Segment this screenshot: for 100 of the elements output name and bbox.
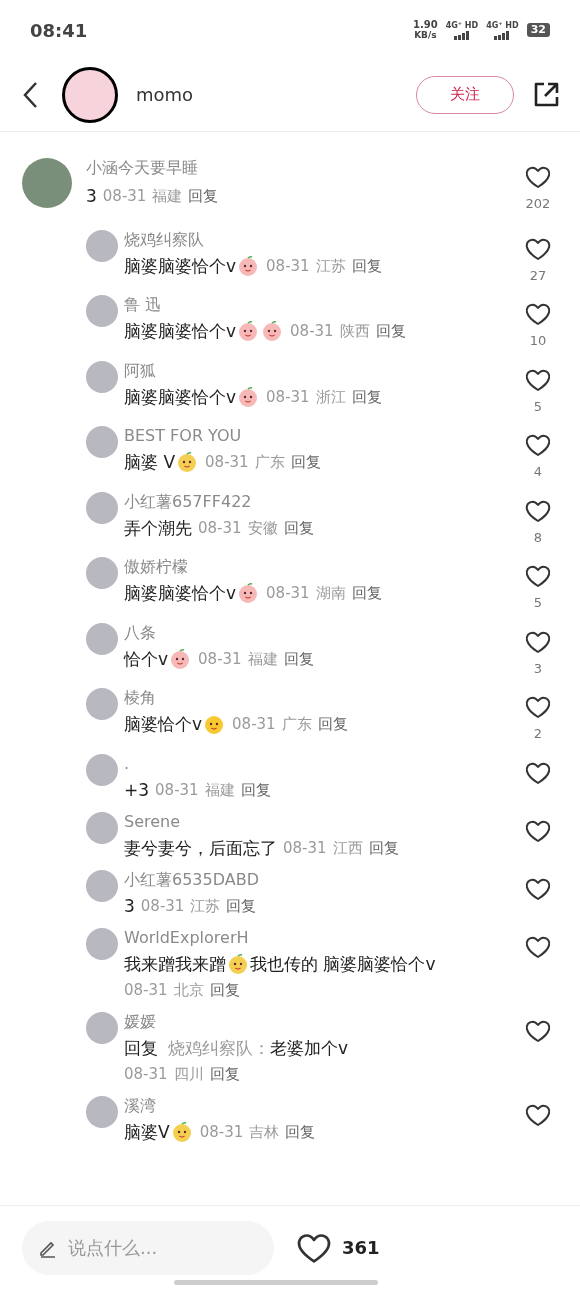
commenter-name[interactable]: 傲娇柠檬 xyxy=(124,557,518,577)
comment-input[interactable]: 说点什么... xyxy=(22,1220,274,1275)
sticker-icon xyxy=(261,320,284,342)
comment-date: 08-31 xyxy=(155,779,199,801)
comment-text: 脑婆脑婆恰个v xyxy=(124,320,237,343)
comment-text: 我来蹭我来蹭 xyxy=(124,952,226,976)
commenter-name[interactable]: 棱角 xyxy=(124,688,518,708)
mention-text: 烧鸡纠察队： xyxy=(168,1036,270,1060)
comment-text: 3 xyxy=(86,185,97,208)
reply-link[interactable]: 回复 xyxy=(209,1063,240,1086)
reply-link[interactable]: 回复 xyxy=(375,319,406,343)
commenter-name[interactable]: 阿狐 xyxy=(124,360,518,381)
comment-text: 老婆加个v xyxy=(270,1036,349,1060)
sticker-icon xyxy=(237,320,260,342)
sticker-icon xyxy=(237,254,260,277)
network-speed: 1.90 xyxy=(413,20,438,30)
comment-location: 江苏 xyxy=(315,255,346,277)
network-speed-unit: KB/s xyxy=(414,30,437,40)
comment-text: 脑婆V xyxy=(124,1120,170,1144)
comment-text: 妻兮妻兮，后面忘了 xyxy=(124,836,277,860)
comment-location: 福建 xyxy=(152,186,183,207)
like-count: 202 xyxy=(525,195,551,213)
reply-link[interactable]: 回复 xyxy=(368,835,399,860)
comment-text: 3 xyxy=(124,894,135,918)
comment-text: 弄个潮先 xyxy=(124,516,192,540)
reply-link[interactable]: 回复 xyxy=(209,979,240,1002)
share-icon[interactable] xyxy=(532,80,560,109)
reply-link[interactable]: 回复 xyxy=(283,646,314,671)
reply-link[interactable]: 回复 xyxy=(290,450,321,474)
comment-location: 湖南 xyxy=(315,583,346,604)
comment-date: 08-31 xyxy=(205,452,249,473)
commenter-name[interactable]: 鲁 迅 xyxy=(124,295,518,315)
status-time: 08:41 xyxy=(30,18,88,43)
comment-date: 08-31 xyxy=(124,980,168,1001)
reply-link[interactable]: 回复 xyxy=(351,581,382,605)
signal-icon xyxy=(451,30,472,40)
comment-text: 脑婆脑婆恰个v xyxy=(124,582,237,605)
comment-location: 四川 xyxy=(173,1064,204,1085)
reply-link[interactable]: 回复 xyxy=(240,777,271,802)
comment-date: 08-31 xyxy=(140,895,185,917)
like-count: 5 xyxy=(533,594,543,612)
sticker-icon xyxy=(169,647,192,670)
commenter-name[interactable]: BEST FOR YOU xyxy=(124,426,518,446)
sticker-icon xyxy=(176,451,199,473)
like-count: 2 xyxy=(533,725,543,743)
comment-location: 广东 xyxy=(254,452,285,473)
commenter-name[interactable]: 溪湾 xyxy=(124,1095,518,1116)
reply-link[interactable]: 回复 xyxy=(226,893,257,918)
comment-date: 08-31 xyxy=(266,386,310,408)
like-count: 5 xyxy=(533,397,543,416)
comment-text: 脑婆恰个v xyxy=(124,713,203,736)
comment-text: +3 xyxy=(124,778,150,802)
comment-location: 北京 xyxy=(173,980,204,1001)
comment-text: 回复 xyxy=(124,1036,158,1060)
profile-avatar[interactable] xyxy=(62,66,118,123)
commenter-name[interactable]: 八条 xyxy=(124,622,518,643)
commenter-name[interactable]: 小涵今天要早睡 xyxy=(86,158,518,178)
battery-indicator: 32 xyxy=(526,23,550,37)
reply-link[interactable]: 回复 xyxy=(285,1119,316,1144)
reply-link[interactable]: 回复 xyxy=(188,184,219,208)
comment-location: 福建 xyxy=(204,779,235,801)
commenter-name[interactable]: Serene xyxy=(124,811,518,832)
comment-date: 08-31 xyxy=(232,714,276,735)
comment-location: 江西 xyxy=(332,837,363,859)
reply-link[interactable]: 回复 xyxy=(317,712,348,736)
network-label: 4G⁺ HD xyxy=(486,20,519,31)
commenter-name[interactable]: WorldExplorerH xyxy=(124,927,518,948)
reply-link[interactable]: 回复 xyxy=(351,253,382,278)
commenter-name[interactable]: . xyxy=(124,753,518,774)
comment-date: 08-31 xyxy=(290,321,334,342)
avatar[interactable] xyxy=(22,158,72,208)
like-count: 8 xyxy=(533,528,543,547)
comment-location: 浙江 xyxy=(315,386,346,408)
sticker-icon xyxy=(203,713,226,735)
comment-location: 江苏 xyxy=(190,895,221,917)
sticker-icon xyxy=(170,1120,193,1143)
commenter-name[interactable]: 烧鸡纠察队 xyxy=(124,229,518,250)
sticker-icon xyxy=(237,385,260,408)
comment-date: 08-31 xyxy=(199,1121,244,1143)
commenter-name[interactable]: 媛媛 xyxy=(124,1011,518,1032)
reply-link[interactable]: 回复 xyxy=(283,515,314,540)
commenter-name[interactable]: 小红薯657FF422 xyxy=(124,491,518,512)
comment-location: 吉林 xyxy=(249,1121,280,1143)
comment-date: 08-31 xyxy=(266,583,310,604)
comment-date: 08-31 xyxy=(124,1064,168,1085)
comment-text: 脑婆脑婆恰个v xyxy=(124,385,237,409)
comment-date: 08-31 xyxy=(198,648,242,670)
sticker-icon xyxy=(237,582,260,604)
comment-location: 陕西 xyxy=(339,321,370,342)
comment-text: 恰个v xyxy=(124,647,169,671)
comment-text: 脑婆脑婆恰个v xyxy=(124,254,237,278)
reply-link[interactable]: 回复 xyxy=(351,384,382,409)
like-count: 4 xyxy=(533,463,543,481)
like-count: 10 xyxy=(529,332,547,350)
comment-text: 脑婆 V xyxy=(124,451,176,474)
sticker-icon xyxy=(227,953,249,976)
comment-location: 广东 xyxy=(281,714,312,735)
comment-location: 安徽 xyxy=(247,517,278,539)
network-label: 4G⁺ HD xyxy=(445,20,479,31)
commenter-name[interactable]: 小红薯6535DABD xyxy=(124,869,518,890)
